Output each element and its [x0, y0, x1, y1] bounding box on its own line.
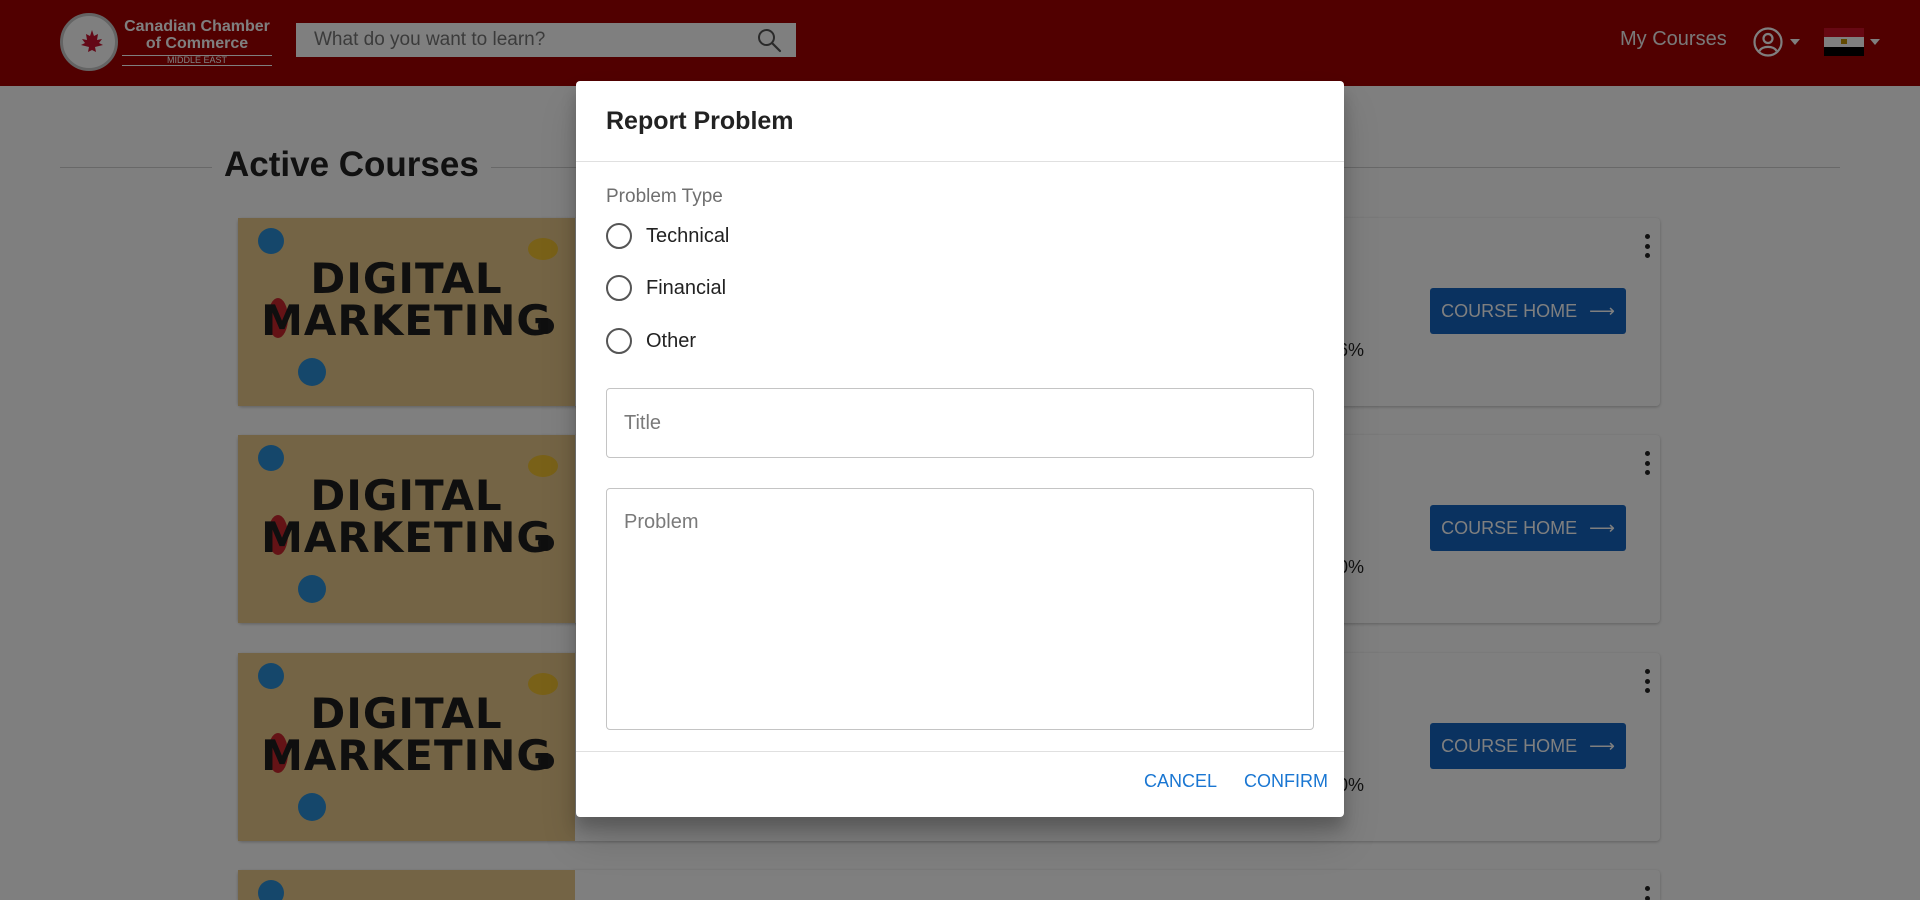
- problem-textarea[interactable]: [606, 488, 1314, 730]
- radio-label-technical: Technical: [646, 224, 730, 247]
- title-input[interactable]: [606, 388, 1314, 458]
- radio-label-other: Other: [646, 329, 697, 352]
- radio-technical[interactable]: Technical: [606, 223, 729, 249]
- radio-financial[interactable]: Financial: [606, 275, 726, 301]
- radio-unchecked-icon[interactable]: [606, 328, 632, 354]
- radio-unchecked-icon[interactable]: [606, 275, 632, 301]
- radio-other[interactable]: Other: [606, 328, 696, 354]
- radio-unchecked-icon[interactable]: [606, 223, 632, 249]
- cancel-button[interactable]: CANCEL: [1144, 771, 1217, 792]
- dialog-divider: [576, 751, 1344, 752]
- radio-label-financial: Financial: [646, 276, 727, 299]
- confirm-button[interactable]: CONFIRM: [1244, 771, 1328, 792]
- problem-type-label: Problem Type: [606, 186, 723, 207]
- dialog-divider: [576, 161, 1344, 162]
- dialog-title: Report Problem: [606, 107, 794, 135]
- report-problem-dialog: Report Problem Problem Type Technical Fi…: [576, 81, 1344, 817]
